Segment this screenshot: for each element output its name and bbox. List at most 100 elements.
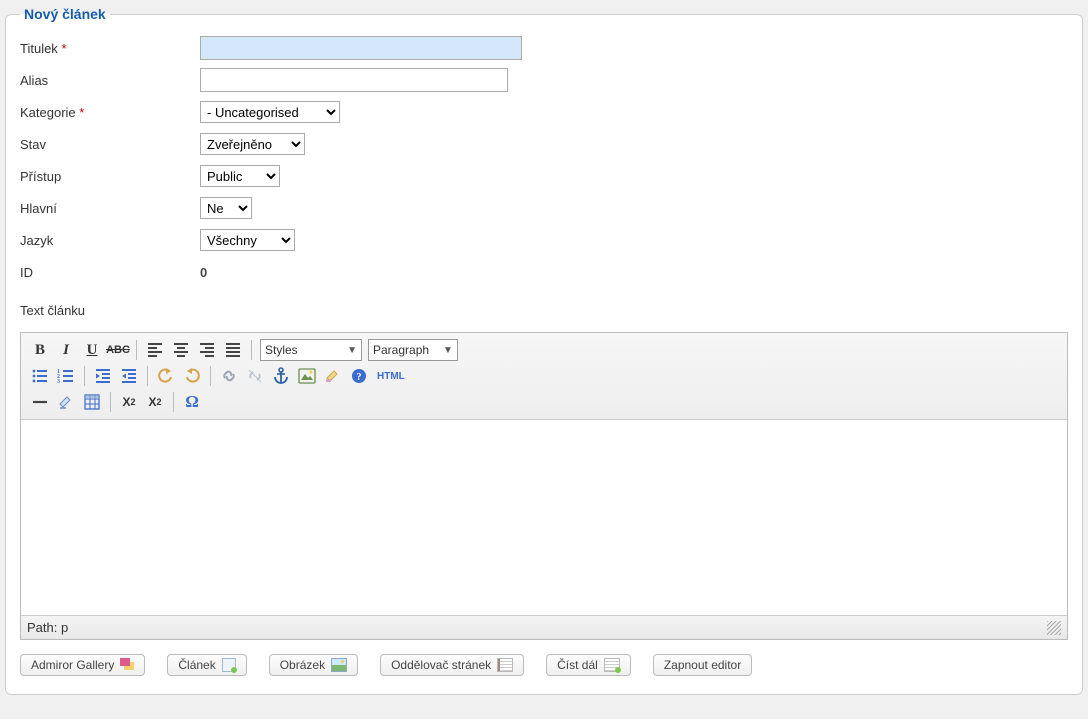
alias-input[interactable] [200,68,508,92]
category-label-text: Kategorie [20,105,76,120]
anchor-button[interactable] [270,365,292,387]
insert-article-button[interactable]: Článek [167,654,246,676]
horizontal-rule-button[interactable] [29,391,51,413]
toolbar-row-3: X2 X2 Ω [27,389,1061,415]
format-select[interactable]: Paragraph ▼ [368,339,458,361]
underline-button[interactable]: U [81,339,103,361]
align-justify-button[interactable] [222,339,244,361]
access-label: Přístup [20,165,200,188]
language-label: Jazyk [20,229,200,252]
row-body-label: Text článku [20,296,1068,324]
toolbar-row-1: B I U ABC Styles ▼ Paragraph ▼ [27,337,1061,363]
row-id: ID 0 [20,258,1068,286]
cleanup-button[interactable] [322,365,344,387]
chevron-down-icon: ▼ [443,345,453,356]
subscript-button[interactable]: X2 [118,391,140,413]
editor-path[interactable]: Path: p [27,620,68,635]
id-label: ID [20,261,200,284]
separator-icon [147,366,148,386]
insert-readmore-button[interactable]: Číst dál [546,654,631,676]
readmore-icon [604,658,620,672]
featured-select[interactable]: Ne [200,197,252,219]
chevron-down-icon: ▼ [347,345,357,356]
strikethrough-button[interactable]: ABC [107,339,129,361]
row-language: Jazyk Všechny [20,226,1068,254]
bold-button[interactable]: B [29,339,51,361]
language-select[interactable]: Všechny [200,229,295,251]
category-select[interactable]: - Uncategorised [200,101,340,123]
table-button[interactable] [81,391,103,413]
unlink-button[interactable] [244,365,266,387]
superscript-button[interactable]: X2 [144,391,166,413]
remove-format-button[interactable] [55,391,77,413]
image-label: Obrázek [280,658,325,672]
numbered-list-button[interactable]: 123 [55,365,77,387]
row-access: Přístup Public [20,162,1068,190]
admiror-label: Admiror Gallery [31,658,114,672]
article-editor: B I U ABC Styles ▼ Paragraph ▼ [20,332,1068,640]
styles-select-label: Styles [265,343,298,357]
toolbar-row-2: 123 ? HTML [27,363,1061,389]
access-select[interactable]: Public [200,165,280,187]
toggle-editor-button[interactable]: Zapnout editor [653,654,752,676]
row-state: Stav Zveřejněno [20,130,1068,158]
category-label: Kategorie * [20,101,200,124]
required-star-icon: * [61,41,66,56]
format-select-label: Paragraph [373,343,429,357]
alias-label: Alias [20,69,200,92]
article-form-panel: Nový článek Titulek * Alias Kategorie * … [5,6,1083,695]
bullet-list-button[interactable] [29,365,51,387]
help-button[interactable]: ? [348,365,370,387]
svg-text:3: 3 [57,379,60,385]
separator-icon [251,340,252,360]
insert-pagebreak-button[interactable]: Oddělovač stránek [380,654,524,676]
html-source-button[interactable]: HTML [374,365,408,387]
row-featured: Hlavní Ne [20,194,1068,222]
state-select[interactable]: Zveřejněno [200,133,305,155]
link-button[interactable] [218,365,240,387]
toggle-label: Zapnout editor [664,658,741,672]
resize-grip-icon[interactable] [1047,621,1061,635]
article-label: Článek [178,658,215,672]
row-category: Kategorie * - Uncategorised [20,98,1068,126]
panel-title: Nový článek [20,6,110,22]
special-char-button[interactable]: Ω [181,391,203,413]
pagebreak-label: Oddělovač stránek [391,658,491,672]
row-title: Titulek * [20,34,1068,62]
insert-image-button[interactable]: Obrázek [269,654,358,676]
separator-icon [84,366,85,386]
title-input[interactable] [200,36,522,60]
body-label: Text článku [20,299,85,322]
required-star-icon: * [79,105,84,120]
undo-button[interactable] [155,365,177,387]
redo-button[interactable] [181,365,203,387]
editor-content[interactable] [21,420,1067,615]
title-label-text: Titulek [20,41,58,56]
image-icon [331,658,347,672]
editor-statusbar: Path: p [21,615,1067,639]
styles-select[interactable]: Styles ▼ [260,339,362,361]
separator-icon [110,392,111,412]
title-label: Titulek * [20,37,200,60]
id-value: 0 [200,265,207,280]
readmore-label: Číst dál [557,658,598,672]
pagebreak-icon [497,658,513,672]
separator-icon [173,392,174,412]
indent-button[interactable] [118,365,140,387]
row-alias: Alias [20,66,1068,94]
svg-text:?: ? [357,372,362,383]
separator-icon [136,340,137,360]
align-left-button[interactable] [144,339,166,361]
state-label: Stav [20,133,200,156]
outdent-button[interactable] [92,365,114,387]
admiror-gallery-button[interactable]: Admiror Gallery [20,654,145,676]
featured-label: Hlavní [20,197,200,220]
editor-insert-buttons: Admiror Gallery Článek Obrázek Oddělovač… [20,654,1068,676]
article-icon [222,658,236,672]
image-button[interactable] [296,365,318,387]
align-center-button[interactable] [170,339,192,361]
separator-icon [210,366,211,386]
align-right-button[interactable] [196,339,218,361]
italic-button[interactable]: I [55,339,77,361]
gallery-icon [120,658,134,672]
